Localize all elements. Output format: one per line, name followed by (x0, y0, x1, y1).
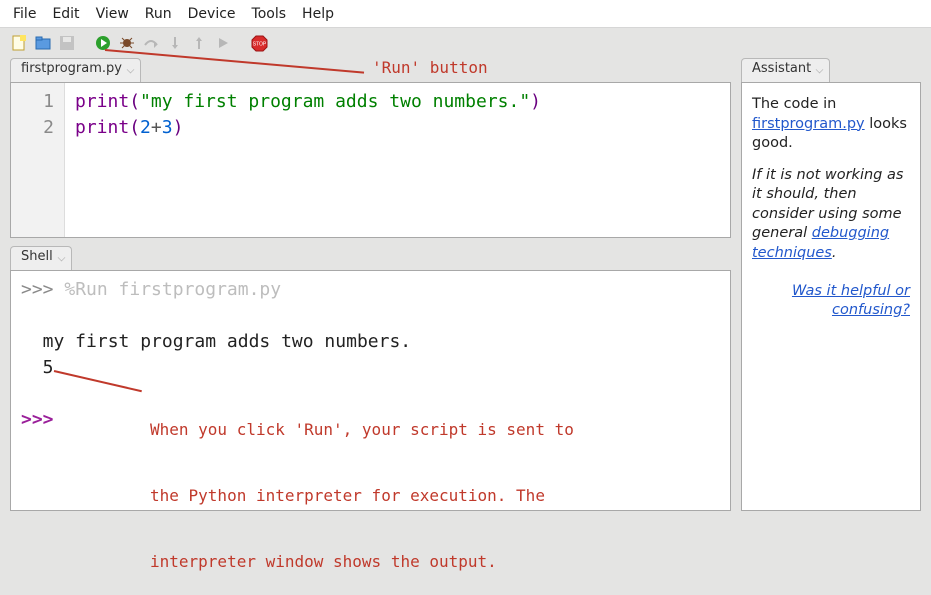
editor-tab[interactable]: firstprogram.py (10, 58, 141, 82)
code-token: "my first program adds two numbers." (140, 91, 530, 112)
shell-prompt: >>> (21, 279, 64, 300)
code-token: ( (129, 117, 140, 138)
step-into-icon (166, 34, 184, 52)
shell-tab[interactable]: Shell (10, 246, 72, 270)
code-token: ( (129, 91, 140, 112)
code-area[interactable]: print("my first program adds two numbers… (65, 83, 551, 237)
assistant-feedback-link[interactable]: Was it helpful or confusing? (752, 282, 910, 321)
assistant-tab[interactable]: Assistant (741, 58, 830, 82)
stop-icon[interactable]: STOP (250, 34, 268, 52)
menu-view[interactable]: View (89, 3, 136, 25)
menu-edit[interactable]: Edit (45, 3, 86, 25)
step-over-icon (142, 34, 160, 52)
code-token: ) (530, 91, 541, 112)
assistant-body: The code in firstprogram.py looks good. … (742, 83, 920, 333)
menu-run[interactable]: Run (138, 3, 179, 25)
code-token: 3 (162, 117, 173, 138)
assistant-text: The code in (752, 96, 836, 112)
editor-body[interactable]: 1 2 print("my first program adds two num… (10, 82, 731, 238)
assistant-file-link[interactable]: firstprogram.py (752, 116, 865, 132)
open-file-icon[interactable] (34, 34, 52, 52)
code-token: + (151, 117, 162, 138)
assistant-panel: Assistant The code in firstprogram.py lo… (741, 58, 921, 511)
line-number: 1 (27, 89, 54, 115)
menu-help[interactable]: Help (295, 3, 341, 25)
shell-command: %Run firstprogram.py (64, 279, 281, 300)
line-number: 2 (27, 115, 54, 141)
menu-file[interactable]: File (6, 3, 43, 25)
code-token: print (75, 117, 129, 138)
svg-text:STOP: STOP (252, 41, 266, 47)
annotation-shell-note: interpreter window shows the output. (150, 551, 574, 573)
debug-icon[interactable] (118, 34, 136, 52)
menu-device[interactable]: Device (181, 3, 243, 25)
line-gutter: 1 2 (11, 83, 65, 237)
step-out-icon (190, 34, 208, 52)
menu-tools[interactable]: Tools (245, 3, 294, 25)
shell-output-line: my first program adds two numbers. (21, 331, 411, 352)
new-file-icon[interactable] (10, 34, 28, 52)
code-token: ) (173, 117, 184, 138)
save-icon[interactable] (58, 34, 76, 52)
code-token: print (75, 91, 129, 112)
shell-output-line: 5 (21, 357, 54, 378)
code-token: 2 (140, 117, 151, 138)
shell-body[interactable]: >>> %Run firstprogram.py my first progra… (10, 270, 731, 511)
menu-bar: File Edit View Run Device Tools Help (0, 0, 931, 28)
shell-prompt: >>> (21, 409, 64, 430)
resume-icon (214, 34, 232, 52)
assistant-text: . (832, 245, 837, 261)
shell-panel: Shell >>> %Run firstprogram.py my first … (10, 246, 731, 511)
editor-panel: firstprogram.py 1 2 print("my first prog… (10, 58, 731, 238)
